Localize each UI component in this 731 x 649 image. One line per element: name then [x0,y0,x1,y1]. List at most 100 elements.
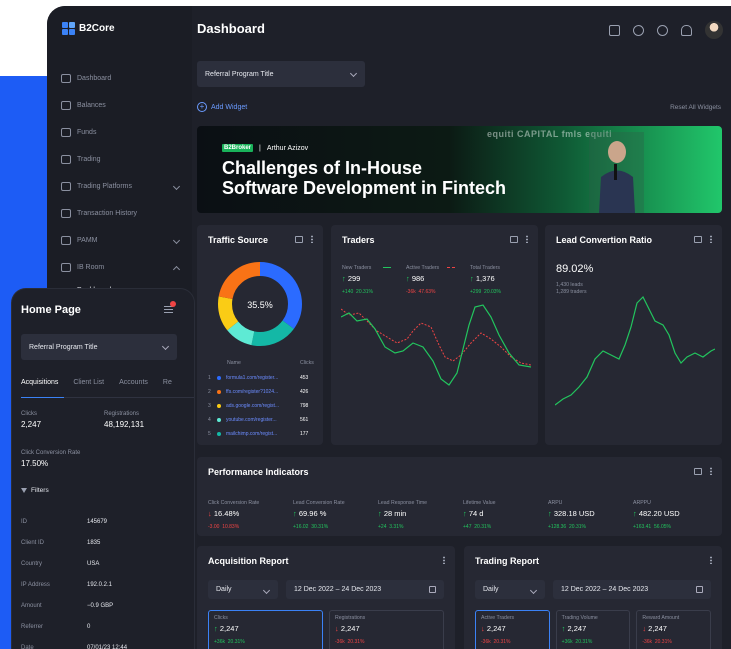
sidebar-item-funds[interactable]: Funds [61,119,187,146]
more-icon[interactable] [526,235,528,243]
detail-value: −0.9 GBP [87,603,114,609]
col-header-name: Name [227,360,241,366]
tab-client-list[interactable]: Client List [73,379,104,386]
stat-delta: +299 20.03% [470,289,501,295]
card-actions [710,556,712,564]
stat-label: Active Traders [406,265,440,271]
source-url[interactable]: youtube.com/register... [226,417,277,423]
detail-value: 192.0.2.1 [87,582,113,588]
row-number: 1 [208,375,211,381]
report-tile[interactable]: Reward Amount ↓ 2,247 -36k 20.31% [636,610,711,649]
delta-pct: 30.31% [311,524,329,530]
table-row[interactable]: 4 youtube.com/register... 561 [208,417,318,431]
date-range-picker[interactable]: 12 Dec 2022 – 24 Dec 2023 [553,580,711,599]
chart-icon [61,155,71,164]
globe-icon[interactable] [657,24,668,36]
date-range-picker[interactable]: 12 Dec 2022 – 24 Dec 2023 [286,580,444,599]
wallet-icon [61,101,71,110]
more-icon[interactable] [710,235,712,243]
sidebar-item-pamm[interactable]: PAMM [61,227,187,254]
metric-label: Lead Conversion Rate [293,500,345,506]
source-url[interactable]: mailchimp.com/regist... [226,431,277,437]
sidebar-item-dashboard[interactable]: Dashboard [61,65,187,92]
sidebar-item-trading[interactable]: Trading [61,146,187,173]
tile-delta: -36k 20.31% [335,639,364,645]
metric-number: 69.96 % [298,509,327,518]
chevron-down-icon[interactable] [172,236,181,245]
calendar-icon[interactable] [510,235,518,243]
source-color-dot [217,404,221,408]
page-title: Dashboard [197,21,265,36]
lead-ratio-line [555,295,715,406]
card-title: Traders [342,235,375,245]
delta-abs: -36k [642,639,653,645]
calendar-icon[interactable] [694,235,702,243]
report-tile[interactable]: Registrations ↓ 2,247 -36k 20.31% [329,610,444,649]
traders-card: Traders New Traders Active Traders Total… [331,225,538,445]
row-number: 5 [208,431,211,437]
table-row[interactable]: 5 mailchimp.com/regist... 177 [208,431,318,445]
table-row[interactable]: 2 ffs.com/register?1024... 426 [208,389,318,403]
history-icon [61,209,71,218]
add-widget-button[interactable]: + Add Widget [197,102,247,112]
more-icon[interactable] [710,467,712,475]
calendar-icon[interactable] [694,467,702,475]
delta-pct: 20.31% [493,639,511,645]
source-color-dot [217,376,221,380]
mobile-program-select[interactable]: Referral Program Title [21,334,177,360]
card-actions [443,556,445,564]
legend-swatch-active [447,267,455,268]
tab-referrals[interactable]: Re [163,379,172,386]
period-select[interactable]: Daily [475,580,545,599]
sidebar-item-ib-room[interactable]: IB Room [61,254,187,281]
sidebar-item-balances[interactable]: Balances [61,92,187,119]
report-tile[interactable]: Active Traders ↓ 2,247 -36k 20.31% [475,610,550,649]
more-icon[interactable] [710,556,712,564]
metric-label: Lead Response Time [378,500,428,506]
tab-acquisitions[interactable]: Acquisitions [21,379,58,386]
detail-value: 1835 [87,540,101,546]
promo-banner[interactable]: equiti CAPITAL fmls equiti B2Broker | Arth… [197,126,722,213]
period-select[interactable]: Daily [208,580,278,599]
detail-value: 145679 [87,519,108,525]
reset-widgets-button[interactable]: Reset All Widgets [670,104,721,111]
table-row[interactable]: 1 formula1.com/register... 453 [208,375,318,389]
delta-abs: +140 [342,289,354,295]
chevron-down-icon[interactable] [172,182,181,191]
more-icon[interactable] [311,235,313,243]
bell-icon[interactable] [681,24,692,36]
tile-number: 2,247 [648,624,667,633]
source-url[interactable]: ffs.com/register?1024... [226,389,278,395]
report-tile[interactable]: Trading Volume ↑ 2,247 +36k 20.31% [555,610,631,649]
filters-button[interactable]: Filters [21,487,49,494]
source-color-dot [217,432,221,436]
sidebar-item-trading-platforms[interactable]: Trading Platforms [61,173,187,200]
chevron-up-icon[interactable] [172,265,181,274]
source-url[interactable]: formula1.com/register... [226,375,278,381]
star-icon [61,128,71,137]
sidebar-item-transaction-history[interactable]: Transaction History [61,200,187,227]
mobile-home-screen: Home Page Referral Program Title Acquisi… [12,289,194,649]
calendar-icon[interactable] [295,235,303,243]
table-row[interactable]: 3 ads.google.com/regist... 798 [208,403,318,417]
tab-accounts[interactable]: Accounts [119,379,148,386]
banner-headline: Challenges of In-House Software Developme… [222,158,552,198]
delta-pct: 47.63% [418,289,436,295]
metric-number: 16.48% [213,509,240,518]
avatar[interactable] [705,21,723,39]
sidebar-item-label: Trading Platforms [77,183,132,190]
document-icon[interactable] [609,24,620,36]
delta-abs: -36k [335,639,345,645]
tile-delta: +36k 20.31% [562,639,593,645]
metric-delta: +16.02 30.31% [293,524,328,530]
more-icon[interactable] [443,556,445,564]
app-logo[interactable]: B2Core [62,22,115,35]
source-clicks: 561 [300,417,309,423]
menu-icon[interactable] [164,306,173,313]
delta-abs: +36k [561,639,573,645]
program-select[interactable]: Referral Program Title [197,61,365,87]
report-tile[interactable]: Clicks ↑ 2,247 +36k 20.31% [208,610,323,649]
source-url[interactable]: ads.google.com/regist... [226,403,279,409]
date-range-value: 12 Dec 2022 – 24 Dec 2023 [561,586,649,593]
sun-icon[interactable] [633,24,644,36]
